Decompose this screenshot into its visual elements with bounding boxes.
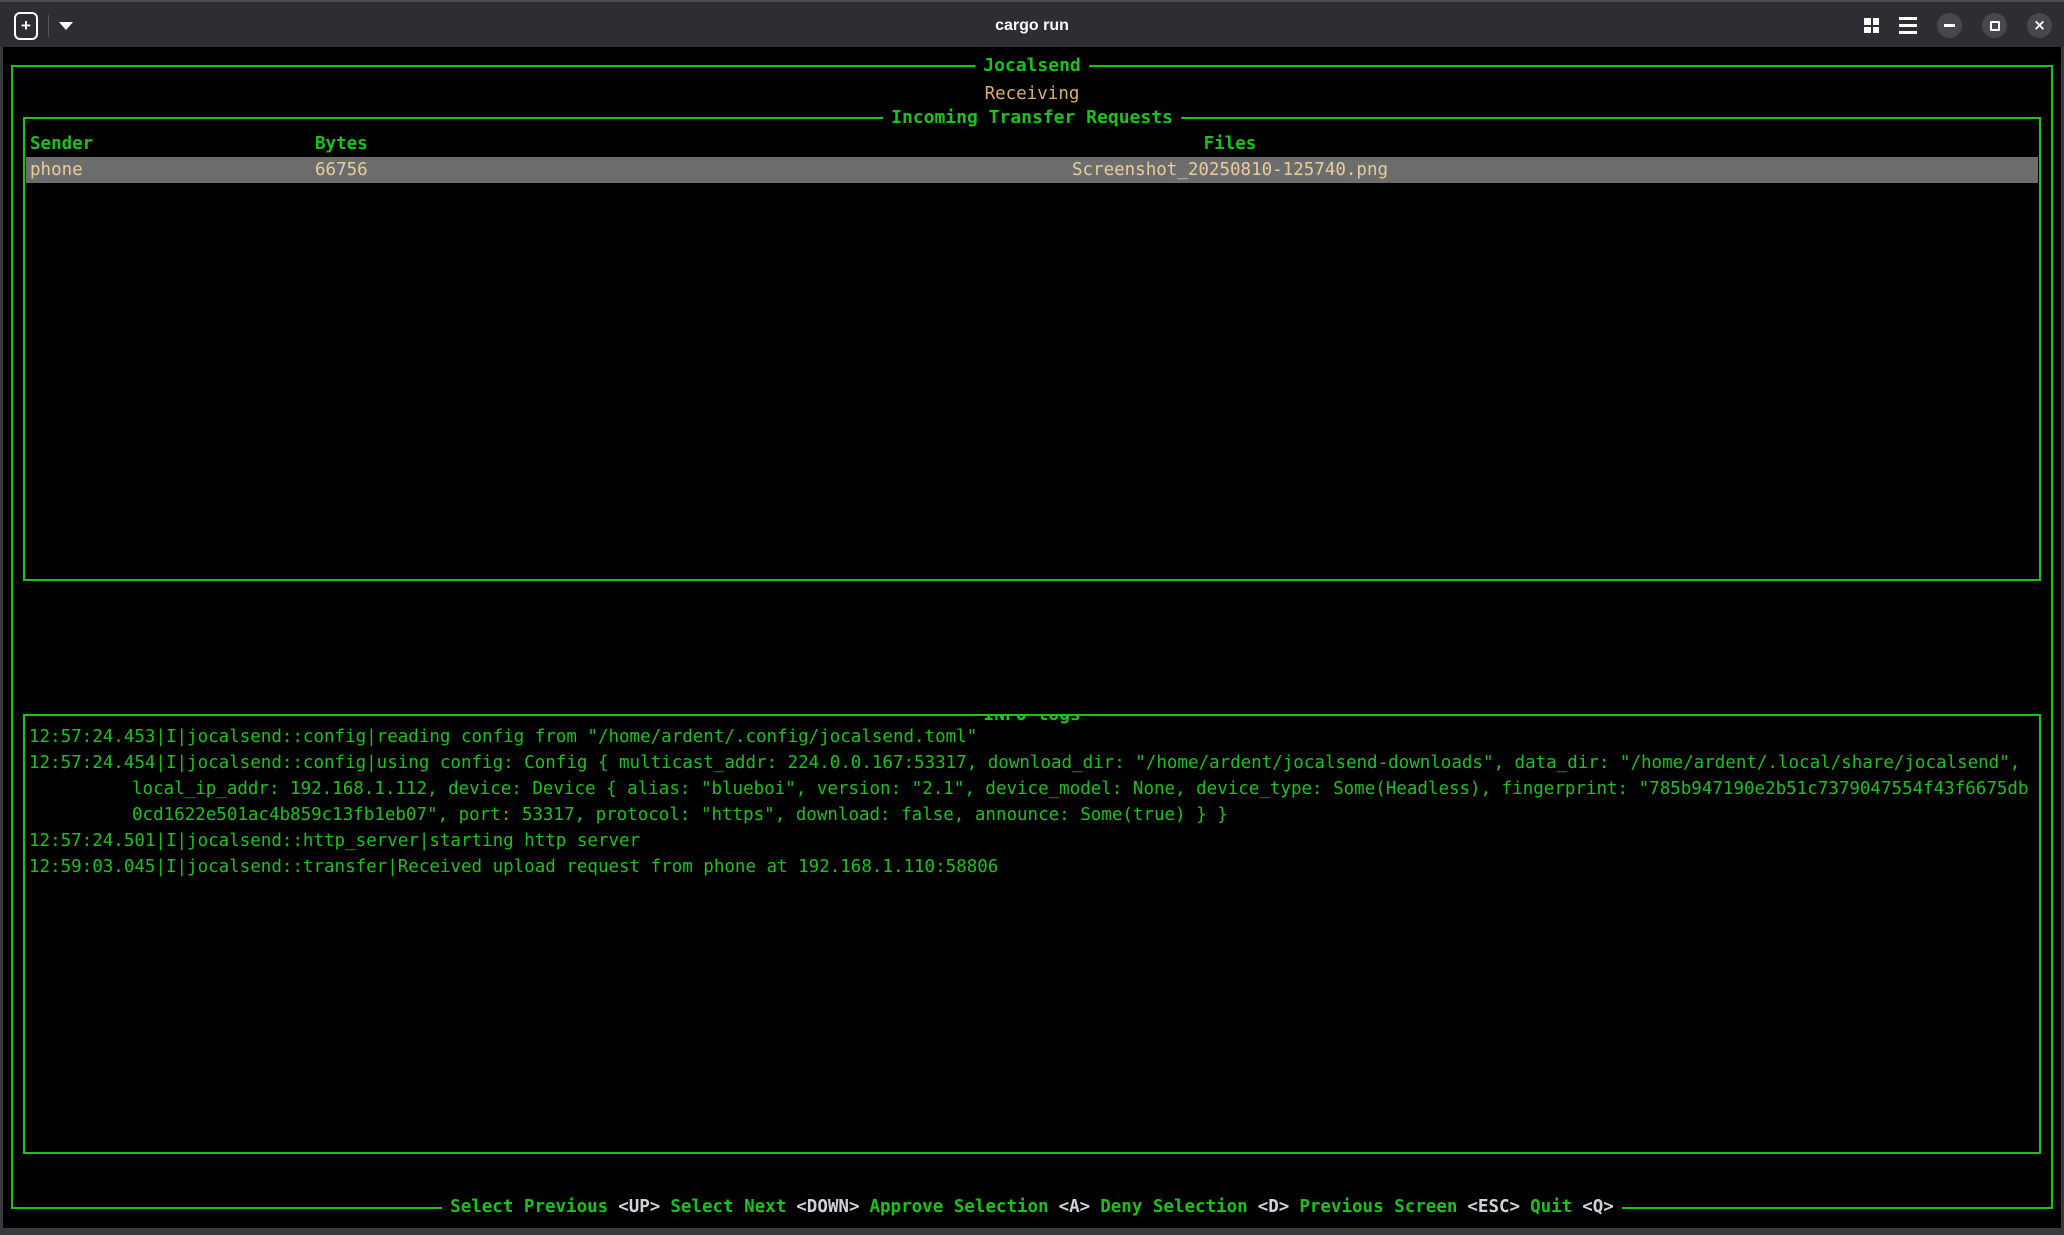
cell-sender: phone [30,157,83,183]
window-titlebar: + cargo run × [0,0,2064,47]
log-line: 12:59:03.045|I|jocalsend::transfer|Recei… [29,854,2035,880]
cell-files: Screenshot_20250810-125740.png [1072,157,1388,183]
help-key: <UP> [618,1197,660,1217]
window-title: cargo run [0,2,2064,49]
maximize-button[interactable] [1982,13,2007,38]
info-logs-title: INFO logs [975,714,1089,728]
terminal-screen: Jocalsend Receiving Incoming Transfer Re… [0,47,2064,1235]
log-line: 12:57:24.501|I|jocalsend::http_server|st… [29,828,2035,854]
help-label: Deny Selection [1100,1197,1248,1217]
table-row-selected[interactable]: phone 66756 Screenshot_20250810-125740.p… [26,157,2038,183]
app-frame: Jocalsend Receiving Incoming Transfer Re… [11,65,2053,1209]
mode-status: Receiving [13,81,2051,107]
close-button[interactable]: × [2027,13,2052,38]
help-key: <Q> [1582,1197,1614,1217]
workspace-grid-icon[interactable] [1864,18,1879,33]
app-title: Jocalsend [975,53,1089,79]
help-label: Select Next [670,1197,786,1217]
minimize-icon [1944,24,1955,27]
incoming-requests-title: Incoming Transfer Requests [883,105,1181,131]
help-key: <DOWN> [796,1197,859,1217]
maximize-icon [1990,21,2000,31]
help-label: Previous Screen [1299,1197,1457,1217]
info-logs-panel: INFO logs 12:57:24.453|I|jocalsend::conf… [23,714,2041,1154]
hamburger-menu-icon[interactable] [1899,17,1917,34]
help-key: <ESC> [1467,1197,1520,1217]
log-line: 12:57:24.454|I|jocalsend::config|using c… [29,750,2035,828]
help-key: <D> [1258,1197,1290,1217]
column-header-bytes: Bytes [315,131,368,157]
help-label: Quit [1530,1197,1572,1217]
incoming-requests-panel: Incoming Transfer Requests Sender Bytes … [23,117,2041,581]
close-icon: × [2033,18,2046,33]
minimize-button[interactable] [1937,13,1962,38]
column-header-files: Files [1204,131,1257,157]
help-label: Select Previous [450,1197,608,1217]
cell-bytes: 66756 [315,157,368,183]
help-label: Approve Selection [869,1197,1048,1217]
help-key: <A> [1059,1197,1091,1217]
keybinding-help-bar: Select Previous <UP> Select Next <DOWN> Appr… [442,1194,1622,1220]
column-header-sender: Sender [30,131,93,157]
